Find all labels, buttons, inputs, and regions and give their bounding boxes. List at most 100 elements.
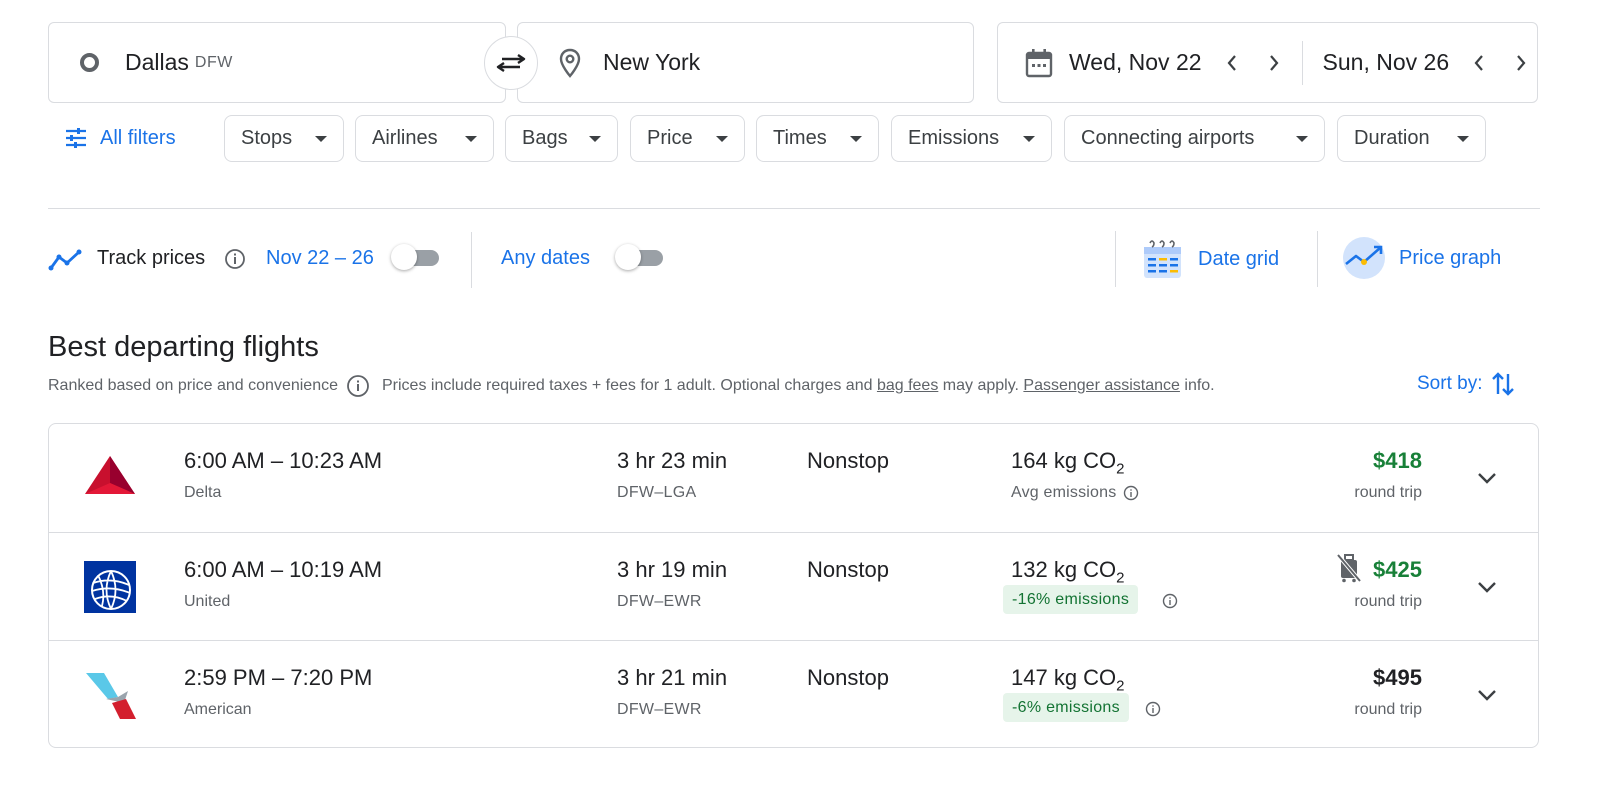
ranking-info-icon[interactable]	[346, 374, 370, 398]
dropdown-caret-icon	[315, 136, 327, 142]
origin-circle-icon	[80, 53, 99, 72]
swap-arrows-icon	[496, 54, 526, 72]
expand-chevron-down-icon[interactable]	[1473, 464, 1501, 492]
flight-stops: Nonstop	[807, 448, 889, 473]
american-airlines-logo-icon	[86, 673, 136, 719]
filter-chip-price[interactable]: Price	[630, 115, 745, 162]
co2-emissions: 164 kg CO2	[1011, 448, 1125, 478]
chip-label: Times	[773, 127, 827, 149]
flight-row[interactable]: 6:00 AM – 10:19 AM United 3 hr 19 min DF…	[49, 532, 1538, 639]
emissions-info-icon[interactable]	[1145, 701, 1161, 717]
no-carry-on-bag-icon	[1336, 553, 1362, 583]
expand-chevron-down-icon[interactable]	[1473, 573, 1501, 601]
trend-line-icon	[48, 248, 82, 272]
sort-arrows-icon	[1492, 372, 1515, 396]
flight-stops: Nonstop	[807, 665, 889, 690]
date-grid-button[interactable]: Date grid	[1142, 238, 1279, 280]
vertical-divider	[1317, 231, 1318, 287]
emissions-info-icon[interactable]	[1123, 485, 1139, 501]
expand-chevron-down-icon[interactable]	[1473, 681, 1501, 709]
return-date[interactable]: Sun, Nov 26	[1323, 49, 1450, 76]
destination-field[interactable]: New York	[517, 22, 974, 103]
any-dates-label: Any dates	[501, 247, 590, 269]
all-filters-button[interactable]: All filters	[64, 115, 176, 161]
filter-chip-stops[interactable]: Stops	[224, 115, 344, 162]
co2-emissions: 147 kg CO2	[1011, 665, 1125, 695]
flight-route: DFW–EWR	[617, 701, 702, 718]
flight-price: $418	[1373, 448, 1422, 473]
dropdown-caret-icon	[850, 136, 862, 142]
flight-duration: 3 hr 23 min	[617, 448, 728, 473]
filter-chip-connecting-airports[interactable]: Connecting airports	[1064, 115, 1325, 162]
return-prev-chevron-icon[interactable]	[1467, 51, 1491, 75]
prices-disclaimer-2: may apply.	[938, 377, 1024, 394]
prices-disclaimer-3: info.	[1179, 377, 1215, 394]
dropdown-caret-icon	[465, 136, 477, 142]
flight-price: $495	[1373, 665, 1422, 690]
dropdown-caret-icon	[1023, 136, 1035, 142]
airline-name: Delta	[184, 484, 222, 501]
flight-price: $425	[1373, 557, 1422, 582]
track-prices-row: Track prices Nov 22 – 26 Any dates Date …	[0, 231, 1600, 288]
any-dates-toggle[interactable]	[615, 244, 665, 270]
date-grid-label: Date grid	[1198, 247, 1280, 270]
chip-label: Stops	[241, 127, 293, 149]
all-filters-label: All filters	[100, 126, 176, 149]
dropdown-caret-icon	[1457, 136, 1469, 142]
flight-row[interactable]: 2:59 PM – 7:20 PM American 3 hr 21 min D…	[49, 640, 1538, 747]
chip-label: Connecting airports	[1081, 127, 1255, 149]
destination-city: New York	[603, 49, 701, 75]
filter-chip-times[interactable]: Times	[756, 115, 879, 162]
dropdown-caret-icon	[1296, 136, 1308, 142]
price-graph-button[interactable]: Price graph	[1342, 236, 1501, 280]
depart-next-chevron-icon[interactable]	[1262, 51, 1286, 75]
date-grid-icon	[1144, 240, 1181, 278]
airline-name: American	[184, 701, 252, 718]
prices-disclaimer-1: Prices include required taxes + fees for…	[381, 377, 877, 394]
price-type: round trip	[1354, 701, 1422, 718]
date-divider	[1301, 40, 1303, 85]
emissions-note: Avg emissions	[1011, 484, 1139, 502]
depart-date[interactable]: Wed, Nov 22	[1069, 49, 1202, 76]
return-next-chevron-icon[interactable]	[1509, 51, 1533, 75]
location-pin-icon	[559, 48, 581, 78]
flight-times: 6:00 AM – 10:23 AM	[184, 448, 383, 473]
filter-chip-airlines[interactable]: Airlines	[355, 115, 494, 162]
sort-by-label: Sort by:	[1417, 373, 1483, 394]
delta-logo-icon	[85, 456, 135, 494]
emissions-badge: -16% emissions	[1003, 585, 1139, 614]
origin-field[interactable]: Dallas DFW	[48, 22, 506, 103]
flight-row[interactable]: 6:00 AM – 10:23 AM Delta 3 hr 23 min DFW…	[49, 424, 1538, 531]
filters-bar: All filters Stops Airlines Bags Price Ti…	[0, 115, 1600, 162]
origin-city: Dallas	[125, 49, 189, 75]
chip-label: Airlines	[372, 127, 438, 149]
sort-by-button[interactable]: Sort by:	[1417, 370, 1516, 398]
track-prices-toggle[interactable]	[391, 244, 441, 270]
flight-times: 6:00 AM – 10:19 AM	[184, 557, 383, 582]
flight-duration: 3 hr 19 min	[617, 557, 728, 582]
filter-chip-emissions[interactable]: Emissions	[891, 115, 1052, 162]
passenger-assistance-link[interactable]: Passenger assistance	[1023, 377, 1180, 395]
filter-chip-duration[interactable]: Duration	[1337, 115, 1486, 162]
flight-route: DFW–LGA	[617, 484, 697, 501]
track-prices-info-icon[interactable]	[224, 248, 246, 270]
dates-field[interactable]: Wed, Nov 22 Sun, Nov 26	[997, 22, 1538, 103]
emissions-info-icon[interactable]	[1162, 593, 1178, 609]
bag-fees-link[interactable]: bag fees	[877, 377, 938, 395]
airline-name: United	[184, 593, 231, 610]
vertical-divider	[1115, 231, 1116, 287]
calendar-icon	[1025, 48, 1053, 77]
swap-button[interactable]	[484, 36, 538, 90]
section-divider	[48, 208, 1540, 209]
flight-results-list: 6:00 AM – 10:23 AM Delta 3 hr 23 min DFW…	[48, 423, 1539, 748]
depart-prev-chevron-icon[interactable]	[1220, 51, 1244, 75]
price-type: round trip	[1354, 484, 1422, 501]
filter-chip-bags[interactable]: Bags	[505, 115, 618, 162]
chip-label: Bags	[522, 127, 568, 149]
track-date-range: Nov 22 – 26	[266, 247, 374, 269]
united-logo-icon	[84, 561, 136, 613]
track-prices-label: Track prices	[97, 247, 206, 269]
flight-duration: 3 hr 21 min	[617, 665, 728, 690]
chip-label: Duration	[1354, 127, 1430, 149]
price-type: round trip	[1354, 593, 1422, 610]
